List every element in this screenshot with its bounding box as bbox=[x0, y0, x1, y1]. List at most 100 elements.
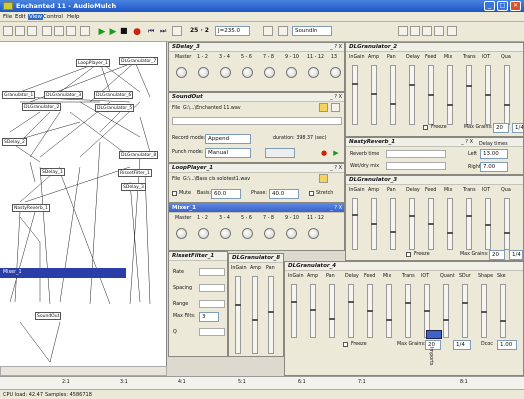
record-mode-select[interactable]: Append bbox=[205, 134, 251, 144]
patcher-pane[interactable]: LoopPlayer_1 DLGranulator_7 Granulator_1… bbox=[0, 42, 167, 376]
dlg4-fader[interactable] bbox=[348, 284, 354, 338]
spacing-slider[interactable] bbox=[199, 284, 225, 292]
node-mixer-1[interactable]: Mixer_1 bbox=[0, 268, 126, 278]
dlg2-fader[interactable] bbox=[409, 65, 415, 125]
stretch-checkbox[interactable] bbox=[309, 191, 314, 196]
dlg3-quant-select[interactable]: 1/4 bbox=[509, 250, 523, 260]
soundin-select[interactable]: SoundIn bbox=[292, 26, 332, 36]
link-icon[interactable] bbox=[278, 26, 288, 36]
stop-icon[interactable]: ■ bbox=[120, 26, 130, 36]
mute-checkbox[interactable] bbox=[172, 191, 177, 196]
mixer1-knob-2[interactable] bbox=[198, 228, 209, 239]
dlg3-fader[interactable] bbox=[371, 198, 377, 250]
dlg4-fader[interactable] bbox=[310, 284, 316, 338]
layout-icon-4[interactable] bbox=[434, 26, 444, 36]
loop-icon[interactable] bbox=[172, 26, 182, 36]
menu-control[interactable]: Control bbox=[43, 14, 63, 20]
mixer1-knob-7[interactable] bbox=[308, 228, 319, 239]
dlg8-amp-fader[interactable] bbox=[252, 276, 258, 354]
tempo-field[interactable]: J=235.0 bbox=[215, 26, 250, 36]
menu-file[interactable]: File bbox=[3, 14, 12, 20]
dlg4-fader[interactable] bbox=[462, 284, 468, 338]
menu-edit[interactable]: Edit bbox=[15, 14, 26, 20]
soundout-folder-icon[interactable] bbox=[319, 103, 328, 112]
dlg2-freeze-checkbox[interactable] bbox=[423, 125, 428, 130]
dlg8-ingain-fader[interactable] bbox=[235, 276, 241, 354]
mixer-top-knob-8[interactable] bbox=[330, 67, 341, 78]
layout-icon-2[interactable] bbox=[410, 26, 420, 36]
punch-time-field[interactable] bbox=[265, 148, 295, 158]
timeline-ruler[interactable]: 2:1 3:1 4:1 5:1 6:1 7:1 8:1 Imports bbox=[0, 347, 524, 389]
floating-tab[interactable] bbox=[426, 330, 442, 339]
dlg4-fader[interactable] bbox=[329, 284, 335, 338]
dlg2-fader[interactable] bbox=[371, 65, 377, 125]
dlg3-fader[interactable] bbox=[466, 198, 472, 250]
soundout-edit-icon[interactable] bbox=[331, 103, 340, 112]
phase-field[interactable]: 40.0 bbox=[269, 189, 299, 199]
node-dlgranulator-5[interactable]: DLGranulator_5 bbox=[95, 104, 135, 112]
soundout-file-path[interactable]: G:\...\Enchanted 11.wav bbox=[183, 106, 241, 111]
dlg2-quant-select[interactable]: 1/4 bbox=[512, 123, 523, 133]
mixer-top-knob-2[interactable] bbox=[198, 67, 209, 78]
play-from-start-icon[interactable]: ▶ bbox=[108, 26, 118, 37]
dlg4-quant-select[interactable]: 1/4 bbox=[453, 340, 471, 350]
tempo-spin-icon[interactable] bbox=[252, 26, 262, 36]
dlg3-fader[interactable] bbox=[447, 198, 453, 250]
dlg2-fader[interactable] bbox=[428, 65, 434, 125]
basis-field[interactable]: 60.0 bbox=[211, 189, 241, 199]
dlg3-fader[interactable] bbox=[485, 198, 491, 250]
range-slider[interactable] bbox=[199, 300, 225, 308]
dlg2-fader[interactable] bbox=[485, 65, 491, 125]
punch-mode-select[interactable]: Manual bbox=[205, 148, 251, 158]
layout-icon-3[interactable] bbox=[422, 26, 432, 36]
dlg2-max-grains-field[interactable]: 20 bbox=[493, 123, 509, 133]
layout-icon-5[interactable] bbox=[447, 26, 457, 36]
loopplayer-file-path[interactable]: G:\...\Bass cls solotest1.wav bbox=[183, 177, 250, 182]
left-field[interactable]: 13.00 bbox=[480, 149, 508, 159]
maximize-button[interactable]: □ bbox=[497, 1, 508, 11]
node-sdelay-1[interactable]: SDelay_1 bbox=[40, 168, 65, 176]
mixer-top-knob-4[interactable] bbox=[242, 67, 253, 78]
dlg3-max-grains-field[interactable]: 20 bbox=[489, 250, 505, 260]
dlg4-fader[interactable] bbox=[386, 284, 392, 338]
patch-hscrollbar[interactable] bbox=[0, 366, 167, 376]
loopplayer-folder-icon[interactable] bbox=[319, 174, 328, 183]
mixer1-knob-4[interactable] bbox=[242, 228, 253, 239]
q-slider[interactable] bbox=[199, 328, 225, 336]
node-dlgranulator-8[interactable]: DLGranulator_8 bbox=[119, 151, 159, 159]
node-nastyreverb-1[interactable]: NastyReverb_1 bbox=[12, 204, 50, 212]
right-field[interactable]: 7.00 bbox=[480, 162, 508, 172]
node-sdelay-2[interactable]: SDelay_2 bbox=[2, 138, 27, 146]
open-icon[interactable] bbox=[15, 26, 25, 36]
node-soundout[interactable]: SoundOut bbox=[35, 312, 62, 320]
minimize-button[interactable]: _ bbox=[484, 1, 495, 11]
dlg2-fader[interactable] bbox=[352, 65, 358, 125]
dlg3-freeze-checkbox[interactable] bbox=[406, 252, 411, 257]
dlg2-fader[interactable] bbox=[504, 65, 510, 125]
close-button[interactable]: ✕ bbox=[510, 1, 521, 11]
node-dlgranulator-2[interactable]: DLGranulator_2 bbox=[22, 103, 62, 111]
node-granulator-1[interactable]: Granulator_1 bbox=[2, 91, 36, 99]
mixer-top-knob-3[interactable] bbox=[220, 67, 231, 78]
dlg2-fader[interactable] bbox=[447, 65, 453, 125]
rewind-icon[interactable]: ⏮ bbox=[148, 26, 158, 36]
dlg4-fader[interactable] bbox=[443, 284, 449, 338]
forward-icon[interactable]: ⏭ bbox=[160, 26, 170, 36]
node-rissetfilter-1[interactable]: RissetFilter_1 bbox=[118, 169, 152, 177]
rate-slider[interactable] bbox=[199, 268, 225, 276]
node-loopplayer-1[interactable]: LoopPlayer_1 bbox=[76, 59, 110, 67]
mixer1-knob-1[interactable] bbox=[176, 228, 187, 239]
dlg3-fader[interactable] bbox=[352, 198, 358, 250]
mixer-top-knob-7[interactable] bbox=[308, 67, 319, 78]
copy-icon[interactable] bbox=[54, 26, 64, 36]
mixer1-knob-5[interactable] bbox=[264, 228, 275, 239]
dlg4-fader[interactable] bbox=[367, 284, 373, 338]
play-icon[interactable]: ▶ bbox=[97, 26, 107, 37]
dlg2-fader[interactable] bbox=[466, 65, 472, 125]
metronome-icon[interactable] bbox=[263, 26, 273, 36]
cut-icon[interactable] bbox=[42, 26, 52, 36]
reverb-time-slider[interactable] bbox=[386, 150, 446, 158]
dlg3-fader[interactable] bbox=[428, 198, 434, 250]
dlg4-fader[interactable] bbox=[481, 284, 487, 338]
wet-dry-slider[interactable] bbox=[386, 162, 446, 170]
